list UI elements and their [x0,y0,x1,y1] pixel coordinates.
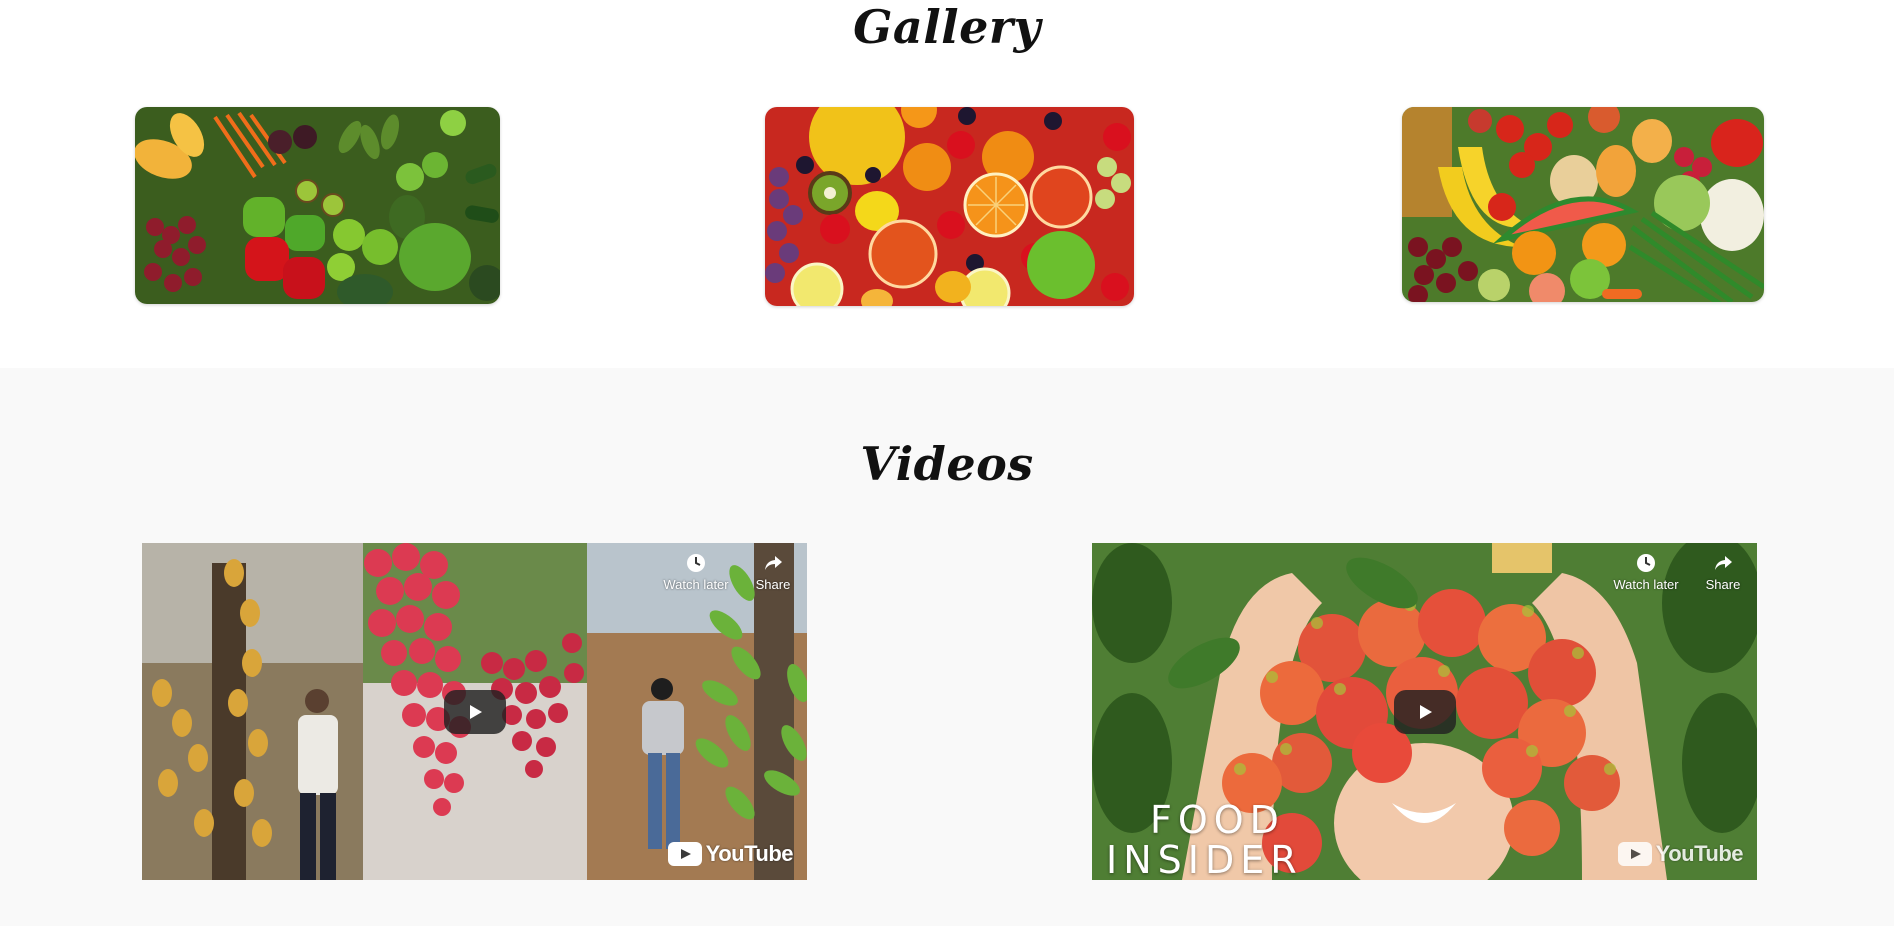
share-label: Share [755,577,791,592]
watch-later-button-2[interactable]: Watch later [1609,553,1683,592]
video-player-1[interactable]: Watch later Share YouTube [142,543,807,880]
watch-later-label: Watch later [663,577,729,592]
play-icon [1419,704,1432,719]
video-player-2[interactable]: FOOD INSIDER Watch later Share YouTube [1092,543,1757,880]
share-icon [765,556,782,570]
gallery-title: Gallery [853,0,1041,54]
clock-icon [1637,554,1655,572]
youtube-label: YouTube [1655,841,1744,866]
videos-title: Videos [860,437,1034,491]
share-button-1[interactable]: Share [743,553,803,592]
food-insider-line1: FOOD [1150,798,1285,842]
youtube-icon [1617,842,1652,866]
youtube-logo-2[interactable]: YouTube [1617,841,1744,867]
watch-later-label: Watch later [1613,577,1679,592]
share-button-2[interactable]: Share [1693,553,1753,592]
gallery-section: Gallery [0,0,1894,368]
vegetables-fruits-image [135,107,500,304]
food-insider-overlay: FOOD INSIDER [1106,800,1303,880]
youtube-icon [667,842,702,866]
food-insider-line2: INSIDER [1106,838,1303,880]
gallery-image-2[interactable] [765,107,1134,306]
play-icon [469,704,482,719]
play-button-1[interactable] [443,689,506,734]
youtube-logo-1[interactable]: YouTube [667,841,794,867]
share-icon [1715,556,1732,570]
youtube-label: YouTube [705,841,794,866]
citrus-berries-image [765,107,1134,306]
gallery-image-3[interactable] [1402,107,1764,302]
clock-icon [687,554,705,572]
market-produce-image [1402,107,1764,302]
play-button-2[interactable] [1393,689,1456,734]
gallery-image-1[interactable] [135,107,500,304]
watch-later-button-1[interactable]: Watch later [659,553,733,592]
share-label: Share [1705,577,1741,592]
